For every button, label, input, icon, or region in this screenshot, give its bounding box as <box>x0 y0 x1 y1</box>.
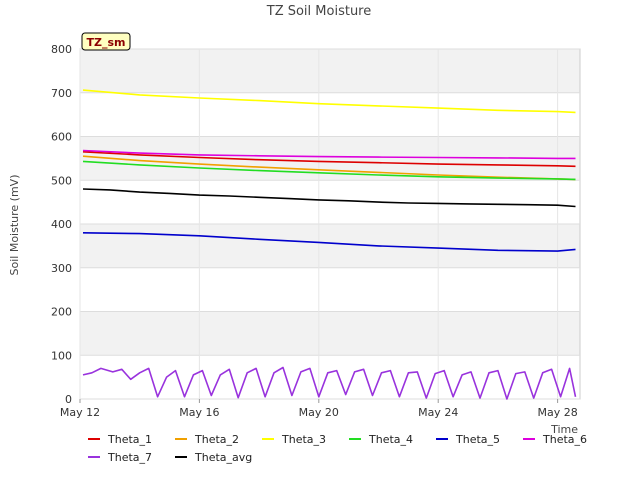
x-tick-label: May 16 <box>179 406 219 419</box>
legend-label-theta_4: Theta_4 <box>368 433 413 446</box>
y-axis-label: Soil Moisture (mV) <box>8 175 21 276</box>
x-tick-label: May 20 <box>299 406 339 419</box>
legend-label-theta_6: Theta_6 <box>542 433 587 446</box>
soil-moisture-chart: TZ Soil Moisture Soil Moisture (mV) Time… <box>8 4 587 464</box>
plot-band <box>80 267 580 312</box>
badge-label: TZ_sm <box>87 36 126 49</box>
x-tick-label: May 28 <box>537 406 577 419</box>
plot-band <box>80 311 580 356</box>
legend-label-theta_5: Theta_5 <box>455 433 500 446</box>
y-tick-label: 600 <box>51 131 72 144</box>
legend-label-theta_2: Theta_2 <box>194 433 239 446</box>
plot-area: 0 100 200 300 400 500 600 700 800 May 12 May 16 May… <box>51 43 581 419</box>
y-tick-label: 500 <box>51 174 72 187</box>
chart-title: TZ Soil Moisture <box>266 4 372 19</box>
plot-band <box>80 92 580 137</box>
plot-band <box>80 224 580 268</box>
legend: Theta_1 Theta_2 Theta_3 Theta_4 Theta_5 Theta… <box>88 433 587 464</box>
legend-label-theta_3: Theta_3 <box>281 433 326 446</box>
x-tick-label: May 12 <box>60 406 100 419</box>
y-tick-label: 200 <box>51 306 72 319</box>
y-tick-label: 100 <box>51 349 72 362</box>
plot-band <box>80 49 580 93</box>
y-tick-label: 700 <box>51 87 72 100</box>
legend-label-theta_1: Theta_1 <box>107 433 152 446</box>
x-tick-label: May 24 <box>418 406 458 419</box>
tz-badge: TZ_sm <box>81 32 131 51</box>
y-tick-label: 800 <box>51 43 72 56</box>
plot-band <box>80 180 580 224</box>
legend-label-theta_7: Theta_7 <box>107 451 152 464</box>
y-tick-label: 400 <box>51 218 72 231</box>
y-tick-label: 300 <box>51 262 72 275</box>
y-tick-label: 0 <box>65 393 72 406</box>
legend-label-theta_avg: Theta_avg <box>194 451 252 464</box>
